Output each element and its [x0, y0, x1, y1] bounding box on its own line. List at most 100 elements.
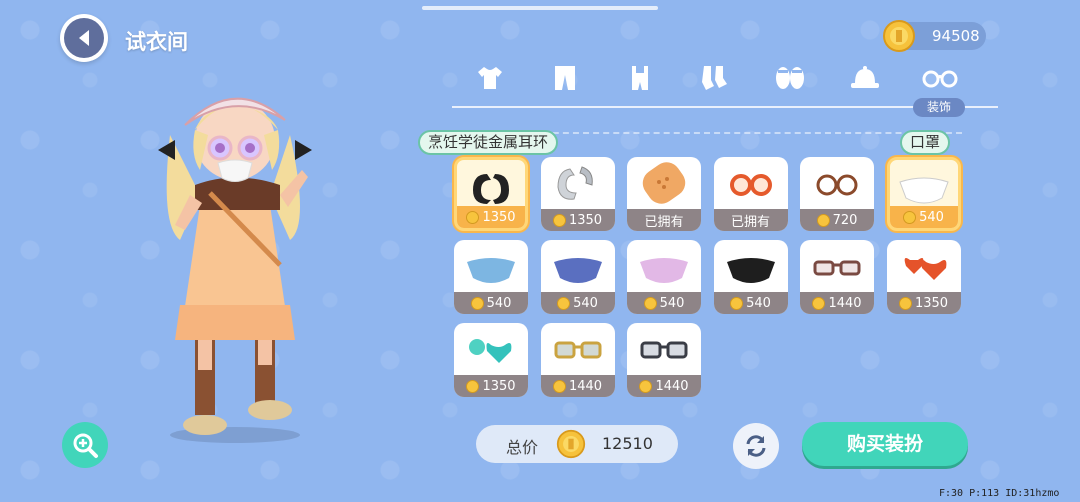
slippers-icon: [776, 67, 804, 89]
tshirt-icon: [478, 67, 502, 89]
item-price: 1350: [454, 375, 528, 397]
item-price: 1440: [540, 375, 615, 397]
pink-mask-icon: [627, 240, 701, 292]
tab-shoes[interactable]: [770, 60, 810, 96]
item-card[interactable]: 1440: [627, 323, 701, 397]
buy-outfit-button[interactable]: 购买装扮: [802, 422, 968, 466]
tab-socks[interactable]: [695, 60, 735, 96]
page-title: 试衣间: [125, 30, 188, 54]
hat-icon: [851, 66, 879, 88]
item-price-value: 1350: [914, 295, 949, 311]
tab-hats[interactable]: [845, 60, 885, 96]
brown-glasses-icon: [800, 240, 874, 292]
zoom-button[interactable]: [62, 422, 108, 468]
coin-icon: [552, 213, 566, 227]
item-price-value: 1350: [482, 378, 516, 394]
tab-tops[interactable]: [470, 60, 510, 96]
coin-icon: [556, 429, 586, 459]
item-price-value: 540: [919, 209, 944, 225]
item-price: 已拥有: [713, 209, 788, 231]
item-price: 540: [713, 292, 788, 314]
item-price-value: 720: [832, 212, 858, 228]
overalls-icon: [632, 66, 648, 90]
tab-bottoms[interactable]: [545, 60, 585, 96]
red-glasses-icon: [714, 157, 788, 209]
coin-icon: [466, 379, 480, 393]
coin-balance: 94508: [883, 20, 986, 52]
reset-button[interactable]: [733, 423, 779, 469]
bandage-icon: [627, 157, 701, 209]
item-price: 已拥有: [627, 209, 701, 231]
silver-earring-icon: [541, 157, 615, 209]
item-price: 1350: [540, 209, 615, 231]
item-card[interactable]: 已拥有: [627, 157, 701, 231]
coin-icon: [730, 296, 744, 310]
coin-amount: 94508: [932, 27, 980, 45]
item-price: 540: [889, 206, 958, 228]
avatar-character: [158, 97, 312, 443]
item-card[interactable]: 1440: [540, 323, 615, 397]
navy-mask-icon: [541, 240, 615, 292]
item-price-value: 540: [746, 295, 771, 311]
item-price-value: 540: [486, 295, 512, 311]
item-price: 720: [800, 209, 874, 231]
top-drag-handle[interactable]: [422, 6, 658, 10]
item-card[interactable]: 540: [627, 240, 701, 314]
total-value: 12510: [602, 434, 653, 453]
coin-icon: [643, 296, 657, 310]
item-card[interactable]: 1350: [454, 157, 528, 231]
item-card[interactable]: 已拥有: [713, 157, 788, 231]
debug-info: F:30 P:113 ID:31hzmo: [939, 488, 1060, 499]
heart-earring-teal-icon: [454, 323, 528, 375]
item-card[interactable]: 1350: [540, 157, 615, 231]
coin-icon: [883, 20, 915, 52]
item-card[interactable]: 1350: [886, 240, 961, 314]
coin-icon: [639, 379, 653, 393]
item-price-value: 1440: [655, 378, 689, 394]
item-card[interactable]: 720: [800, 157, 874, 231]
tab-overalls[interactable]: [620, 60, 660, 96]
coin-icon: [466, 210, 480, 224]
white-mask-icon: [890, 160, 958, 212]
item-price: 540: [540, 292, 615, 314]
black-mask-icon: [714, 240, 788, 292]
coin-icon: [816, 213, 830, 227]
item-card[interactable]: 540: [454, 240, 528, 314]
back-arrow-icon: [79, 30, 89, 46]
item-card[interactable]: 540: [713, 240, 788, 314]
item-card[interactable]: 1440: [800, 240, 874, 314]
item-price-value: 1350: [568, 212, 603, 228]
tab-selected-label: 装饰: [913, 98, 965, 117]
item-price: 540: [454, 292, 528, 314]
item-card[interactable]: 540: [540, 240, 615, 314]
item-price-value: 540: [659, 295, 685, 311]
item-tooltip-mask: 口罩: [900, 130, 951, 160]
coin-icon: [557, 296, 571, 310]
glasses-icon: [922, 70, 958, 88]
heart-earring-red-icon: [887, 240, 961, 292]
item-price-value: 已拥有: [644, 214, 684, 230]
item-price-value: 1440: [568, 378, 603, 394]
item-price-value: 已拥有: [730, 214, 770, 230]
item-price: 1440: [800, 292, 874, 314]
pants-icon: [555, 66, 575, 90]
item-price: 540: [627, 292, 701, 314]
round-glasses-icon: [800, 157, 874, 209]
tab-accessories[interactable]: [920, 60, 960, 96]
coin-icon: [470, 296, 484, 310]
total-price: 总价 12510: [476, 425, 678, 463]
coin-icon: [552, 379, 566, 393]
item-tooltip-earring: 烹饪学徒金属耳环: [418, 130, 559, 160]
category-tabs: [470, 60, 970, 100]
total-label: 总价: [506, 438, 539, 457]
coin-icon: [812, 296, 826, 310]
item-card[interactable]: 1350: [454, 323, 528, 397]
back-button[interactable]: [60, 14, 108, 62]
item-price: 1440: [627, 375, 701, 397]
item-card[interactable]: 540: [886, 157, 961, 231]
zoom-in-icon: [73, 433, 98, 458]
item-price: 1350: [886, 292, 961, 314]
item-price-value: 1440: [828, 295, 862, 311]
blue-mask-icon: [454, 240, 528, 292]
refresh-icon: [746, 435, 766, 457]
